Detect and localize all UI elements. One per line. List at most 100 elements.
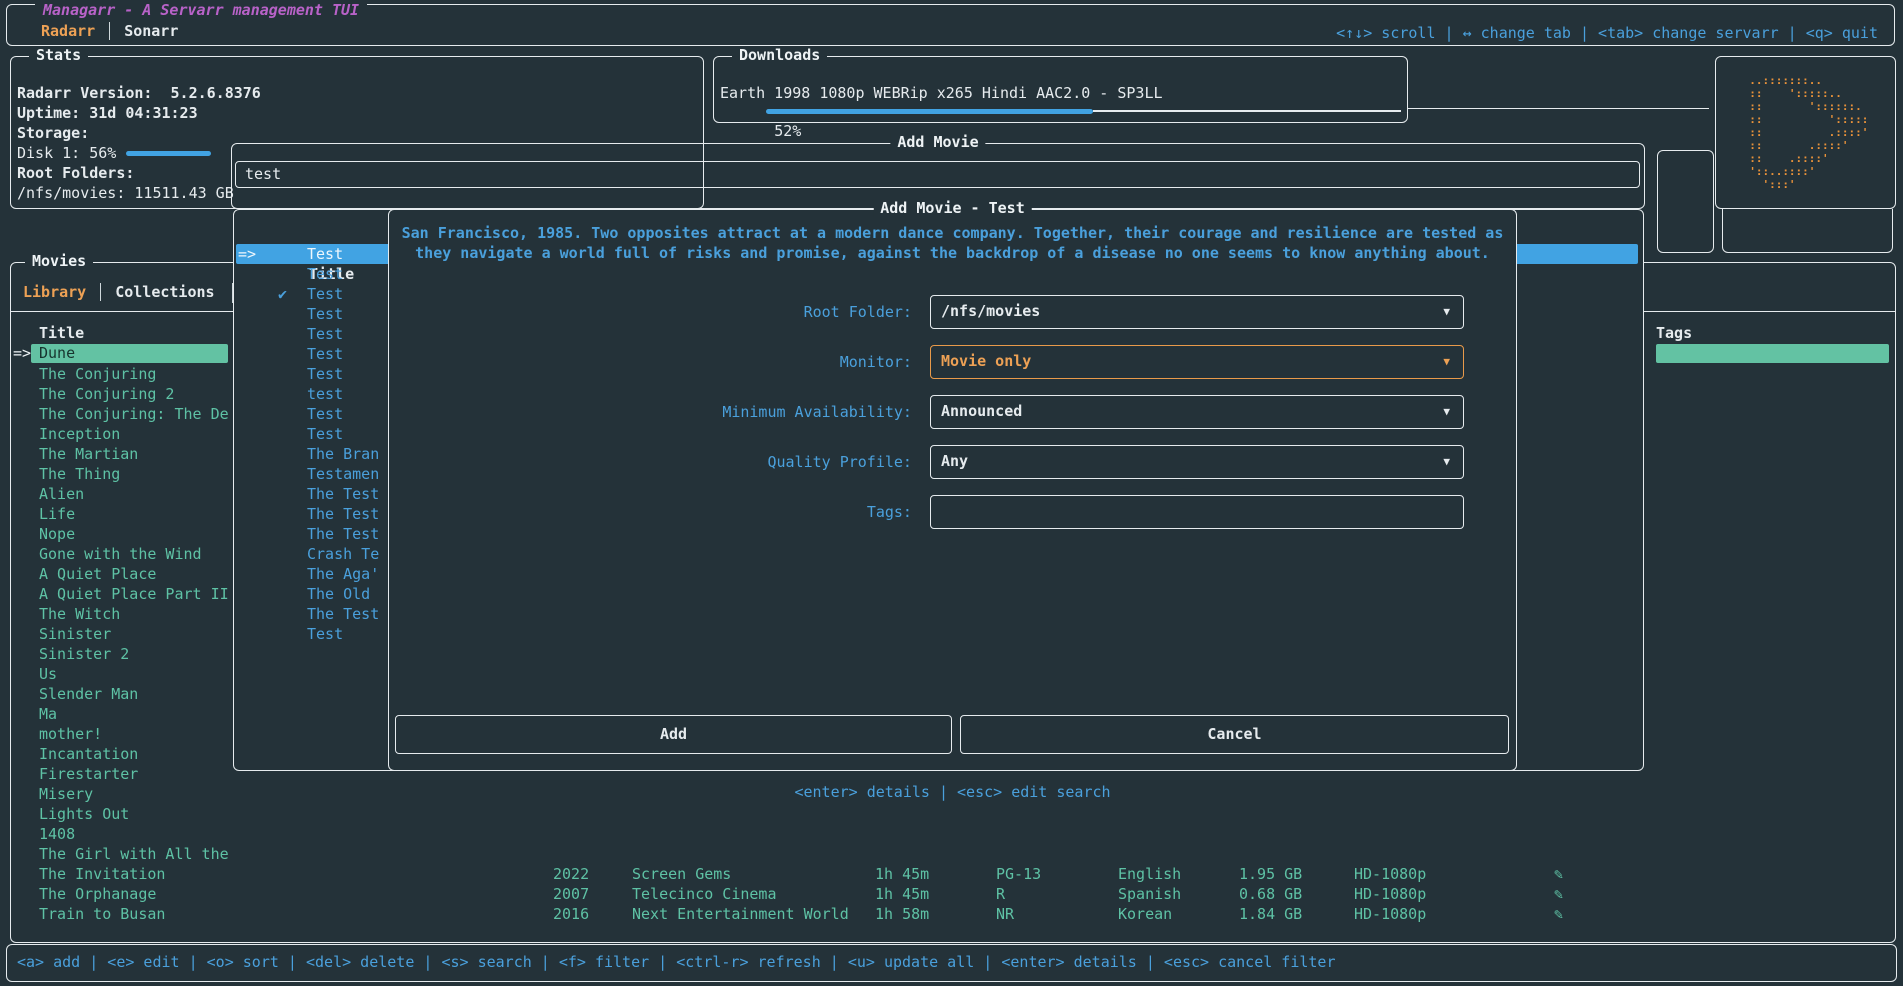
- movie-list-item[interactable]: The Orphanage: [13, 884, 237, 904]
- movie-list-item[interactable]: 1408: [13, 824, 237, 844]
- movie-overview: San Francisco, 1985. Two opposites attra…: [389, 223, 1516, 263]
- movie-list-item[interactable]: The Conjuring: The De: [13, 404, 237, 424]
- movie-year: 2016: [553, 904, 632, 924]
- field-dropdown[interactable]: Movie only▼: [930, 345, 1464, 379]
- movie-list-item[interactable]: The Conjuring 2: [13, 384, 237, 404]
- movie-studio: Next Entertainment World: [632, 904, 875, 924]
- movie-list-item[interactable]: Life: [13, 504, 237, 524]
- app-title: Managarr - A Servarr management TUI: [35, 1, 367, 19]
- search-result-title: Test: [307, 324, 343, 344]
- add-movie-panel-title: Add Movie: [890, 133, 985, 151]
- movie-details-row[interactable]: 2016 Next Entertainment World 1h 58m NR …: [553, 904, 1574, 924]
- modal-title: Add Movie - Test: [873, 199, 1032, 217]
- field-dropdown[interactable]: [930, 495, 1464, 529]
- stats-panel-title: Stats: [29, 46, 88, 64]
- search-result-title: The Aga': [307, 564, 379, 584]
- edit-icon: ✎: [1554, 864, 1574, 884]
- form-field-row: Monitor: Movie only▼: [389, 345, 1516, 379]
- movie-list-item[interactable]: Sinister: [13, 624, 237, 644]
- footer-keybind-help: <a> add | <e> edit | <o> sort | <del> de…: [17, 952, 1336, 972]
- movie-list-item[interactable]: Gone with the Wind: [13, 544, 237, 564]
- movie-year: 2022: [553, 864, 632, 884]
- movie-overview-line1: San Francisco, 1985. Two opposites attra…: [389, 223, 1516, 243]
- disk-usage-label: Disk 1: 56%: [17, 144, 116, 162]
- add-button[interactable]: Add: [395, 715, 952, 754]
- movie-list-item[interactable]: Misery: [13, 784, 237, 804]
- downloads-panel-title: Downloads: [732, 46, 827, 64]
- search-result-title: Crash Te: [307, 544, 379, 564]
- movie-list-item[interactable]: A Quiet Place Part II: [13, 584, 237, 604]
- movie-list-item[interactable]: The Witch: [13, 604, 237, 624]
- movie-list-item[interactable]: Sinister 2: [13, 644, 237, 664]
- selected-movie-row-tags-cell: [1656, 344, 1889, 363]
- movie-details-row[interactable]: 2007 Telecinco Cinema 1h 45m R Spanish 0…: [553, 884, 1574, 904]
- field-dropdown[interactable]: Any▼: [930, 445, 1464, 479]
- movie-list-item[interactable]: The Martian: [13, 444, 237, 464]
- movie-quality-profile: HD-1080p: [1354, 884, 1554, 904]
- managarr-logo-icon: ..:::::::.. :: ':::::.. :: '::::::. :: '…: [1743, 74, 1869, 191]
- covered-panel-border-segment: [1408, 108, 1709, 109]
- movie-list-item[interactable]: Alien: [13, 484, 237, 504]
- covered-panel-fragment: [1722, 209, 1893, 253]
- field-dropdown[interactable]: Announced▼: [930, 395, 1464, 429]
- servarr-tabs: Radarr Sonarr: [41, 22, 178, 40]
- field-dropdown[interactable]: /nfs/movies▼: [930, 295, 1464, 329]
- form-field-row: Root Folder: /nfs/movies▼: [389, 295, 1516, 329]
- movie-list-item[interactable]: A Quiet Place: [13, 564, 237, 584]
- field-label: Monitor:: [389, 345, 921, 379]
- disk-usage-row: Disk 1: 56%: [17, 143, 211, 163]
- search-result-title: The Test: [307, 484, 379, 504]
- movie-list-item[interactable]: mother!: [13, 724, 237, 744]
- servarr-tab[interactable]: Sonarr: [109, 22, 178, 40]
- movie-list-item[interactable]: The Conjuring: [13, 364, 237, 384]
- root-folders-label: Root Folders:: [17, 163, 134, 183]
- modal-keybind-help: <enter> details | <esc> edit search: [388, 783, 1517, 801]
- movies-panel-title: Movies: [25, 252, 93, 270]
- movie-search-input[interactable]: test: [235, 161, 1640, 188]
- movie-size: 1.95 GB: [1239, 864, 1354, 884]
- radarr-version: Radarr Version: 5.2.6.8376: [17, 83, 261, 103]
- movie-list-item[interactable]: Lights Out: [13, 804, 237, 824]
- movie-studio: Telecinco Cinema: [632, 884, 875, 904]
- movie-list-item[interactable]: Ma: [13, 704, 237, 724]
- movie-quality-profile: HD-1080p: [1354, 904, 1554, 924]
- movie-list-item[interactable]: Slender Man: [13, 684, 237, 704]
- movie-runtime: 1h 45m: [875, 884, 996, 904]
- movie-list-item[interactable]: Us: [13, 664, 237, 684]
- movie-list-item[interactable]: Firestarter: [13, 764, 237, 784]
- form-field-row: Tags:: [389, 495, 1516, 529]
- movies-tab[interactable]: Library: [23, 283, 86, 301]
- servarr-tab[interactable]: Radarr: [41, 22, 95, 40]
- movie-list-item[interactable]: The Thing: [13, 464, 237, 484]
- title-bar: Managarr - A Servarr management TUI Rada…: [6, 4, 1895, 46]
- movie-year: 2007: [553, 884, 632, 904]
- movie-certification: NR: [996, 904, 1118, 924]
- movie-certification: PG-13: [996, 864, 1118, 884]
- uptime: Uptime: 31d 04:31:23: [17, 103, 198, 123]
- movie-overview-line2: they navigate a world full of risks and …: [389, 243, 1516, 263]
- movie-list-item[interactable]: Train to Busan: [13, 904, 237, 924]
- movie-details-row[interactable]: 2022 Screen Gems 1h 45m PG-13 English 1.…: [553, 864, 1574, 884]
- selected-movie-row[interactable]: Dune: [31, 344, 228, 363]
- footer-keybind-bar: <a> add | <e> edit | <o> sort | <del> de…: [6, 944, 1897, 982]
- movie-list-item[interactable]: Incantation: [13, 744, 237, 764]
- movie-size: 1.84 GB: [1239, 904, 1354, 924]
- logo-panel: ..:::::::.. :: ':::::.. :: '::::::. :: '…: [1715, 56, 1896, 209]
- search-result-title: Test: [307, 404, 343, 424]
- movie-list-item[interactable]: Nope: [13, 524, 237, 544]
- search-result-title: Test: [307, 244, 343, 264]
- library-title-header: Title: [39, 323, 84, 343]
- cancel-button[interactable]: Cancel: [960, 715, 1509, 754]
- search-result-title: The Test: [307, 524, 379, 544]
- download-gauge-rest: [1093, 110, 1401, 112]
- movie-list-item[interactable]: The Invitation: [13, 864, 237, 884]
- edit-icon: ✎: [1554, 884, 1574, 904]
- field-value: Any: [941, 452, 968, 470]
- movies-tab[interactable]: Collections: [100, 283, 214, 301]
- tags-column-header: Tags: [1656, 323, 1692, 343]
- search-result-title: Test: [307, 344, 343, 364]
- field-value: /nfs/movies: [941, 302, 1040, 320]
- in-library-check-icon: ✔: [278, 284, 287, 304]
- movie-list-item[interactable]: Inception: [13, 424, 237, 444]
- movie-list-item[interactable]: The Girl with All the: [13, 844, 237, 864]
